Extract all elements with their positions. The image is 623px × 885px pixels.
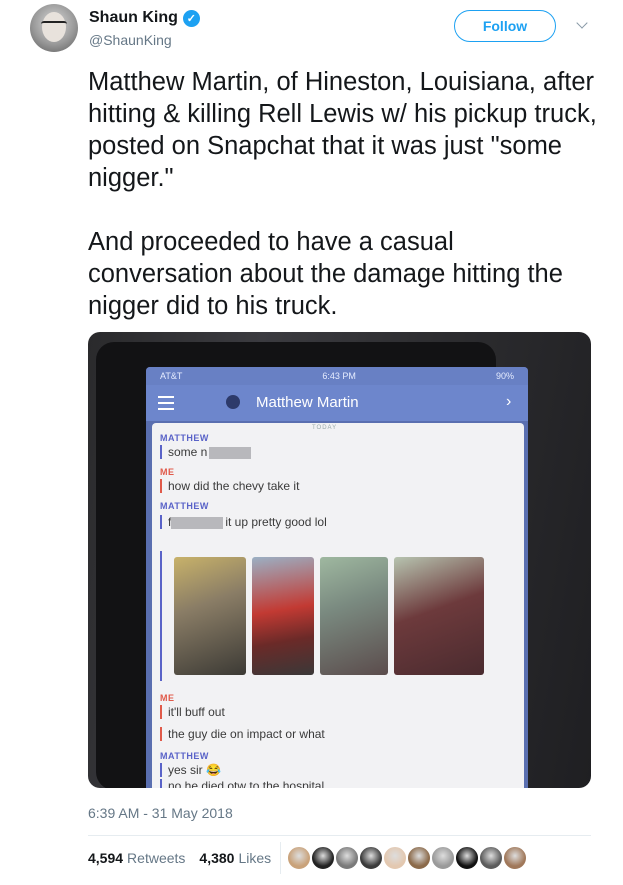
tweet-timestamp[interactable]: 6:39 AM - 31 May 2018 <box>88 805 233 821</box>
liker-avatar[interactable] <box>311 846 335 870</box>
liker-avatars <box>287 846 527 870</box>
chevron-right-icon: › <box>506 393 512 410</box>
liker-avatar[interactable] <box>455 846 479 870</box>
message-text: yes sir <box>168 763 203 777</box>
liker-avatar[interactable] <box>287 846 311 870</box>
phone-status-bar: AT&T 6:43 PM 90% <box>146 367 528 385</box>
chat-bitmoji-icon <box>226 395 240 409</box>
likes-stat[interactable]: 4,380 Likes <box>199 850 271 866</box>
chat-message: some n <box>160 445 252 459</box>
chat-title: Matthew Martin <box>256 394 359 411</box>
status-battery: 90% <box>495 371 514 381</box>
avatar-face <box>42 12 66 42</box>
chat-message: no he died otw to the hospital <box>160 779 324 788</box>
retweets-label: Retweets <box>127 850 186 866</box>
truck-damage-photo <box>320 557 388 675</box>
author-handle[interactable]: @ShaunKing <box>89 32 172 48</box>
chat-message: yes sir 😂 <box>160 763 221 777</box>
author-avatar[interactable] <box>30 4 78 52</box>
liker-avatar[interactable] <box>359 846 383 870</box>
tweet-media-photo[interactable]: AT&T 6:43 PM 90% Matthew Martin › TODAY … <box>88 332 591 788</box>
status-time: 6:43 PM <box>322 371 356 381</box>
likes-count: 4,380 <box>199 850 235 866</box>
phone-photo: AT&T 6:43 PM 90% Matthew Martin › TODAY … <box>96 342 528 788</box>
tweet-text: Matthew Martin, of Hineston, Louisiana, … <box>88 66 598 322</box>
message-sender: ME <box>160 467 175 477</box>
tweet-stats: 4,594 Retweets 4,380 Likes <box>88 850 271 866</box>
retweets-stat[interactable]: 4,594 Retweets <box>88 850 185 866</box>
liker-avatar[interactable] <box>503 846 527 870</box>
censored-blur <box>209 446 252 459</box>
liker-avatar[interactable] <box>383 846 407 870</box>
message-text: some n <box>168 445 208 459</box>
verified-badge-icon: ✓ <box>182 9 200 27</box>
author-name-row: Shaun King ✓ <box>89 9 200 27</box>
chat-thread: TODAY MATTHEW some n ME how did the chev… <box>152 423 524 788</box>
message-sender: MATTHEW <box>160 751 209 761</box>
tweet-paragraph-1: Matthew Martin, of Hineston, Louisiana, … <box>88 68 597 192</box>
laughing-emoji-icon: 😂 <box>206 763 221 777</box>
retweets-count: 4,594 <box>88 850 124 866</box>
liker-avatar[interactable] <box>479 846 503 870</box>
avatar-glasses <box>41 21 67 27</box>
chat-photo-strip <box>160 551 490 681</box>
message-sender: ME <box>160 693 175 703</box>
chat-header: Matthew Martin › <box>146 385 528 421</box>
truck-damage-photo <box>252 557 314 675</box>
chat-message: it'll buff out <box>160 705 225 719</box>
follow-button[interactable]: Follow <box>454 10 556 42</box>
truck-damage-photo <box>394 557 484 675</box>
divider <box>88 835 591 836</box>
liker-avatar[interactable] <box>407 846 431 870</box>
tweet-card: Shaun King ✓ @ShaunKing Follow Matthew M… <box>0 0 623 885</box>
chat-today-label: TODAY <box>312 425 338 431</box>
hamburger-menu-icon <box>158 396 174 410</box>
message-sender: MATTHEW <box>160 433 209 443</box>
chat-message: how did the chevy take it <box>160 479 299 493</box>
liker-avatar[interactable] <box>335 846 359 870</box>
censored-blur <box>171 516 224 529</box>
likes-label: Likes <box>238 850 272 866</box>
chat-message: f it up pretty good lol <box>160 515 327 529</box>
truck-damage-photo <box>174 557 246 675</box>
liker-avatar[interactable] <box>431 846 455 870</box>
stats-separator <box>280 842 281 874</box>
message-text: it up pretty good lol <box>225 515 327 529</box>
tweet-paragraph-2: And proceeded to have a casual conversat… <box>88 228 563 320</box>
chat-message: the guy die on impact or what <box>160 727 325 741</box>
phone-screen: AT&T 6:43 PM 90% Matthew Martin › TODAY … <box>146 367 528 788</box>
chevron-down-icon[interactable] <box>576 17 590 31</box>
author-display-name[interactable]: Shaun King <box>89 9 178 27</box>
message-sender: MATTHEW <box>160 501 209 511</box>
status-carrier: AT&T <box>160 371 183 381</box>
